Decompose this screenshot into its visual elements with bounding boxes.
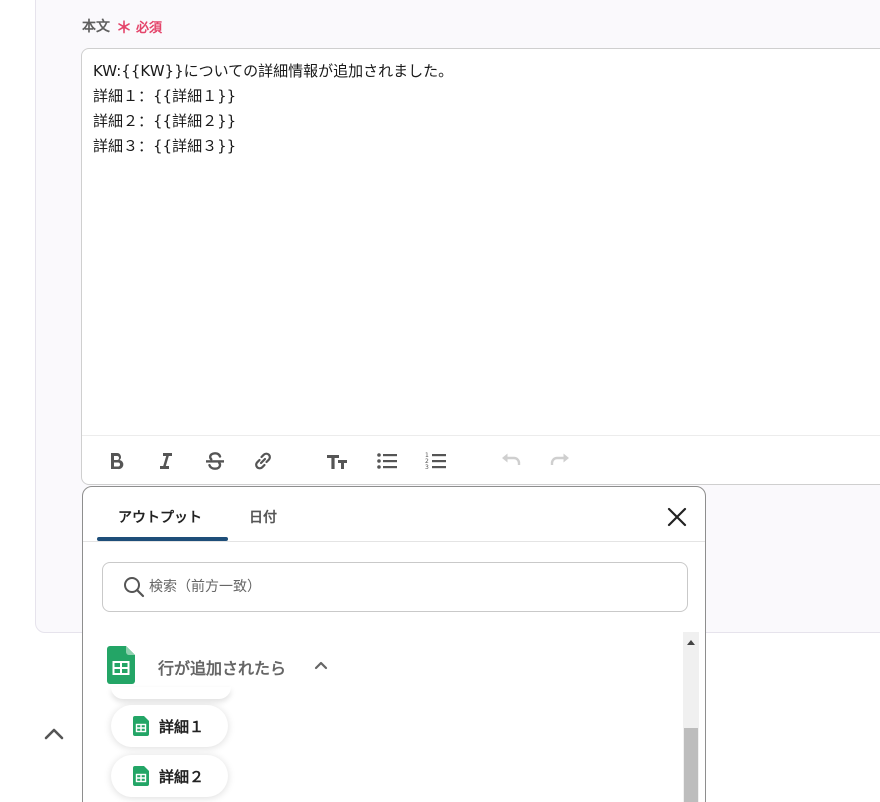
bullet-list-icon <box>377 453 397 469</box>
link-button[interactable] <box>250 448 276 474</box>
bold-button[interactable] <box>103 448 129 474</box>
variable-picker-popup: アウトプット 日付 行が追加されたら 詳細１ 詳細２ <box>82 486 706 802</box>
editor-toolbar: 123 <box>82 435 880 484</box>
search-input[interactable] <box>149 575 669 599</box>
editor-line: 詳細１：{{詳細１}} <box>93 87 237 105</box>
list-item <box>111 687 231 699</box>
undo-button[interactable] <box>498 448 524 474</box>
tab-date[interactable]: 日付 <box>249 507 277 527</box>
italic-icon <box>160 453 172 469</box>
redo-button[interactable] <box>547 448 573 474</box>
section-title: 行が追加されたら <box>158 659 287 678</box>
popup-tabs: アウトプット 日付 <box>83 487 705 542</box>
required-star: ＊ <box>116 18 133 37</box>
bullet-list-button[interactable] <box>374 448 400 474</box>
link-icon <box>255 452 271 470</box>
chevron-up-icon[interactable] <box>43 724 65 742</box>
search-icon <box>124 577 145 598</box>
bold-icon <box>111 453 124 470</box>
search-box <box>102 562 688 612</box>
required-badge: 必須 <box>136 20 163 36</box>
google-sheets-icon <box>133 766 149 786</box>
editor-line: KW:{{KW}}についての詳細情報が追加されました。 <box>93 62 454 80</box>
redo-icon <box>550 453 569 465</box>
editor-line: 詳細２：{{詳細２}} <box>93 112 237 130</box>
output-chip-detail-1[interactable]: 詳細１ <box>111 705 229 747</box>
numbered-list-button[interactable]: 123 <box>423 448 449 474</box>
editor-content[interactable]: KW:{{KW}}についての詳細情報が追加されました。 詳細１：{{詳細１}} … <box>93 59 453 159</box>
tab-output[interactable]: アウトプット <box>118 507 202 527</box>
scroll-up-arrow-icon[interactable] <box>683 636 699 648</box>
field-label-text: 本文 <box>82 19 110 35</box>
undo-icon <box>502 453 521 465</box>
text-size-icon <box>327 455 347 469</box>
editor-line: 詳細３：{{詳細３}} <box>93 137 237 155</box>
active-tab-indicator <box>97 537 228 541</box>
field-label: 本文 ＊ 必須 <box>82 14 162 38</box>
strikethrough-button[interactable] <box>202 448 228 474</box>
numbered-list-icon: 123 <box>425 452 446 471</box>
close-icon[interactable] <box>665 505 689 529</box>
body-editor[interactable]: KW:{{KW}}についての詳細情報が追加されました。 詳細１：{{詳細１}} … <box>81 48 880 485</box>
chip-label: 詳細１ <box>159 717 205 736</box>
italic-button[interactable] <box>153 448 179 474</box>
scrollbar[interactable] <box>683 632 699 802</box>
svg-text:3: 3 <box>425 464 429 471</box>
text-size-button[interactable] <box>324 448 350 474</box>
strikethrough-icon <box>206 452 224 470</box>
chevron-up-icon[interactable] <box>313 657 329 673</box>
chip-label: 詳細２ <box>159 767 205 786</box>
google-sheets-icon <box>133 716 149 736</box>
google-sheets-icon <box>107 646 135 684</box>
scrollbar-thumb[interactable] <box>684 728 698 802</box>
section-header[interactable]: 行が追加されたら <box>107 645 328 685</box>
output-chip-detail-2[interactable]: 詳細２ <box>111 755 229 797</box>
